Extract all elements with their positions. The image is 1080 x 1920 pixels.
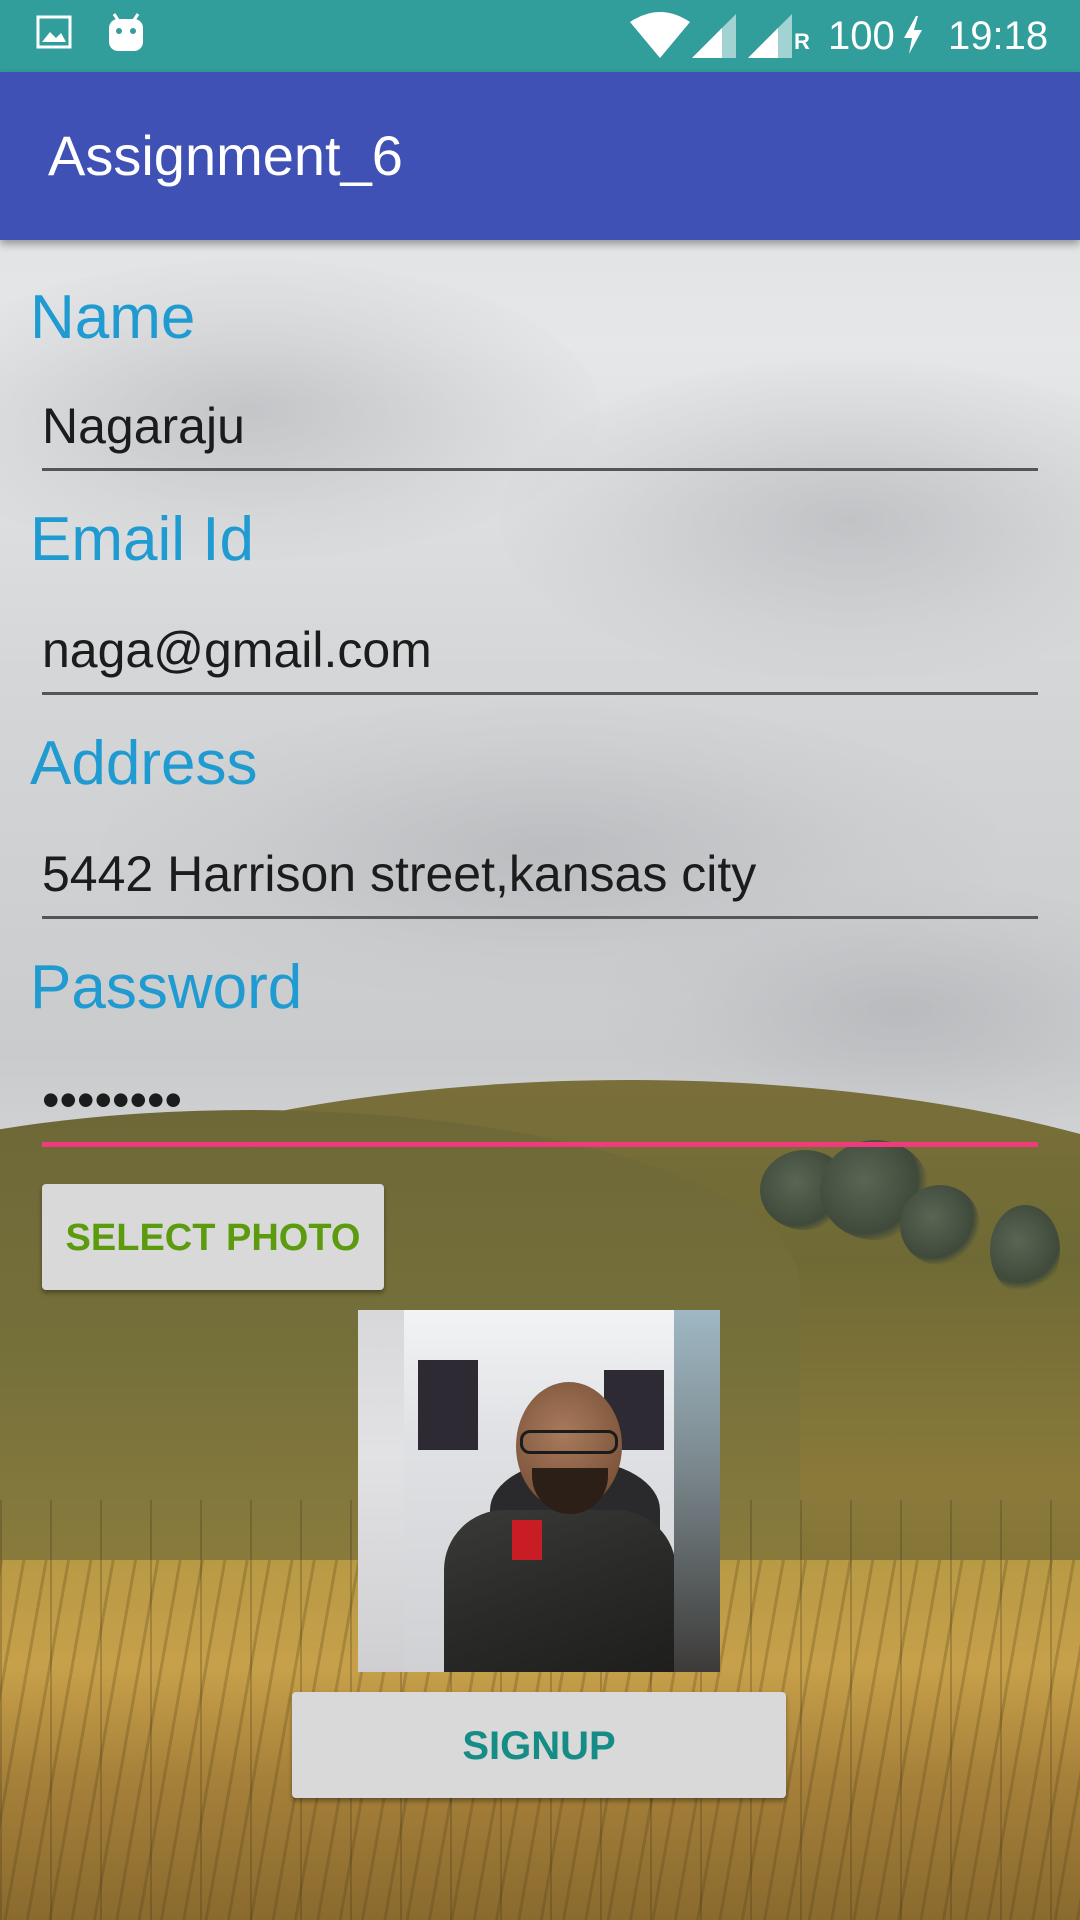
photo-edge <box>358 1310 404 1672</box>
clock: 19:18 <box>948 14 1049 58</box>
password-mask: •••••••• <box>42 1072 183 1128</box>
email-label: Email Id <box>30 505 254 574</box>
wifi-icon <box>630 12 690 62</box>
profile-photo <box>358 1310 720 1672</box>
tree <box>990 1205 1060 1295</box>
name-label: Name <box>30 283 196 352</box>
shirt <box>512 1520 542 1560</box>
photo-edge <box>674 1310 720 1672</box>
battery-level: 100 <box>828 14 895 58</box>
address-field[interactable]: 5442 Harrison street,kansas city <box>42 832 1038 919</box>
signup-button[interactable]: SIGNUP <box>292 1692 786 1798</box>
app-title: Assignment_6 <box>48 124 403 187</box>
password-label: Password <box>30 953 303 1022</box>
app-bar: Assignment_6 <box>0 72 1080 240</box>
tree <box>900 1185 980 1265</box>
android-icon <box>106 10 146 58</box>
roaming-indicator: R <box>794 29 810 54</box>
charging-icon <box>902 16 924 58</box>
image-icon <box>36 14 72 54</box>
address-label: Address <box>30 729 258 798</box>
email-field[interactable]: naga@gmail.com <box>42 608 1038 695</box>
password-field[interactable]: •••••••• <box>42 1058 1038 1147</box>
signal-icon <box>692 14 736 62</box>
name-field[interactable]: Nagaraju <box>42 384 1038 471</box>
select-photo-button[interactable]: SELECT PHOTO <box>42 1184 384 1290</box>
jacket <box>444 1510 676 1672</box>
clothing-rack <box>418 1360 478 1450</box>
glasses <box>520 1430 618 1454</box>
status-bar: R 100 19:18 <box>0 0 1080 72</box>
photo-image <box>404 1310 676 1672</box>
